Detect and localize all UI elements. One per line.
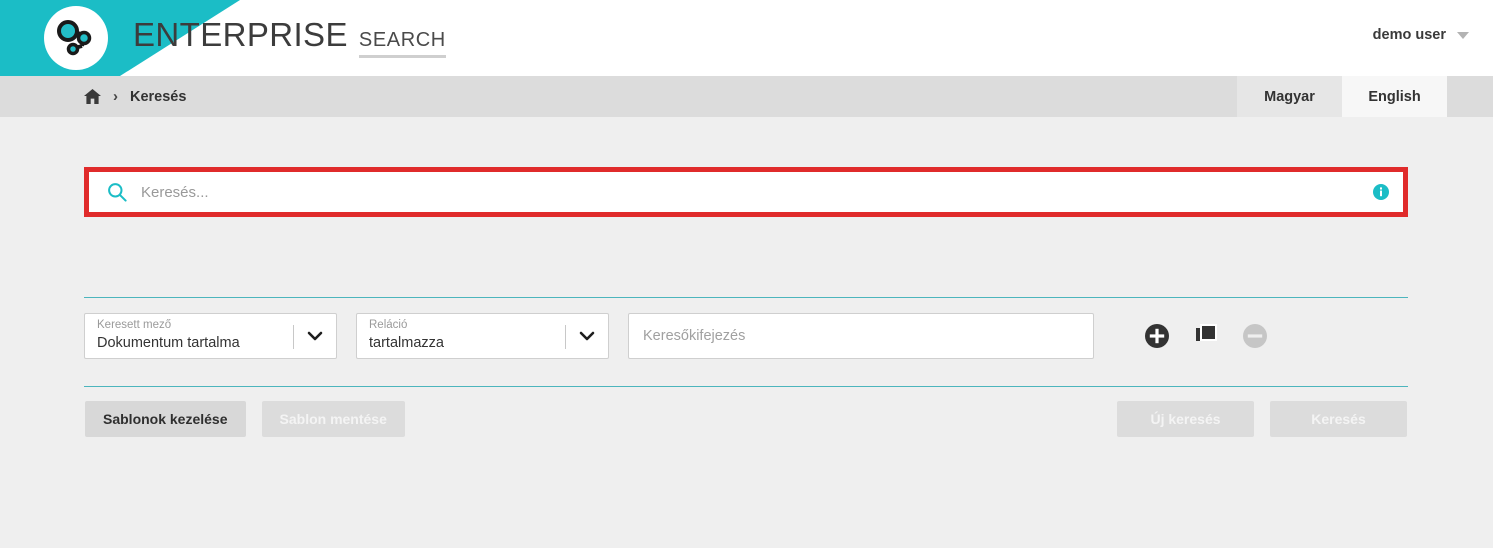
breadcrumb-separator: › — [113, 88, 118, 105]
chevron-down-icon — [306, 329, 324, 348]
manage-templates-button[interactable]: Sablonok kezelése — [85, 401, 246, 437]
select-divider — [293, 325, 294, 349]
info-circle-icon[interactable] — [1373, 184, 1389, 200]
save-template-button: Sablon mentése — [261, 401, 405, 437]
divider-top — [84, 297, 1408, 298]
search-input[interactable] — [141, 172, 1359, 212]
breadcrumb: › Keresés — [84, 89, 186, 105]
magnifier-icon — [107, 182, 127, 202]
main-content: Keresett mező Dokumentum tartalma Reláci… — [0, 117, 1493, 548]
brand-primary: ENTERPRISE — [133, 16, 348, 53]
remove-criterion-button — [1242, 323, 1268, 349]
language-tabs: Magyar English — [1237, 76, 1447, 117]
duplicate-criterion-button[interactable] — [1193, 323, 1219, 349]
search-term-input[interactable] — [628, 313, 1094, 359]
relation-select[interactable]: Reláció tartalmazza — [356, 313, 609, 359]
brand-secondary: SEARCH — [358, 29, 446, 51]
searched-field-select[interactable]: Keresett mező Dokumentum tartalma — [84, 313, 337, 359]
searched-field-value: Dokumentum tartalma — [97, 335, 240, 351]
network-nodes-logo — [44, 6, 108, 70]
criteria-row: Keresett mező Dokumentum tartalma Reláci… — [84, 313, 1268, 359]
user-name-label: demo user — [1372, 27, 1446, 43]
template-buttons: Sablonok kezelése Sablon mentése — [85, 401, 405, 437]
relation-label: Reláció — [369, 319, 408, 331]
searched-field-label: Keresett mező — [97, 319, 172, 331]
brand-underline — [358, 55, 446, 58]
breadcrumb-current: Keresés — [130, 88, 187, 105]
tab-magyar[interactable]: Magyar — [1237, 76, 1342, 117]
brand-secondary-wrap: SEARCH — [358, 29, 446, 58]
tab-english[interactable]: English — [1342, 76, 1447, 117]
breadcrumb-bar: › Keresés Magyar English — [0, 76, 1493, 117]
app-header: ENTERPRISE SEARCH demo user — [0, 0, 1493, 76]
relation-value: tartalmazza — [369, 335, 444, 351]
divider-bottom — [84, 386, 1408, 387]
add-criterion-button[interactable] — [1144, 323, 1170, 349]
chevron-down-icon — [578, 329, 596, 348]
user-menu[interactable]: demo user — [1373, 27, 1469, 43]
home-icon[interactable] — [84, 89, 101, 104]
search-button: Keresés — [1270, 401, 1407, 437]
criteria-actions — [1144, 323, 1268, 349]
new-search-button: Új keresés — [1117, 401, 1254, 437]
search-buttons: Új keresés Keresés — [1117, 401, 1407, 437]
search-box — [89, 172, 1403, 212]
chevron-down-icon — [1457, 31, 1469, 39]
brand-title: ENTERPRISE SEARCH — [133, 16, 446, 58]
search-box-highlight — [84, 167, 1408, 217]
select-divider — [565, 325, 566, 349]
